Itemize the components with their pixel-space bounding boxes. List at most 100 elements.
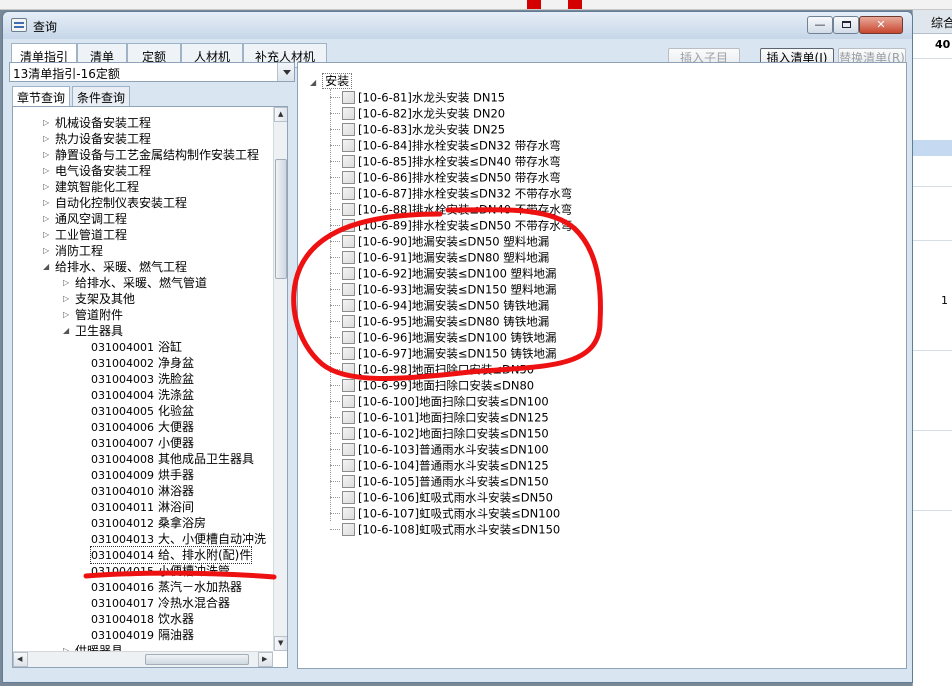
quota-list-item[interactable]: [10-6-96]地漏安装≤DN100 铸铁地漏 [330, 329, 557, 345]
item-checkbox[interactable] [342, 411, 355, 424]
quota-list-item[interactable]: [10-6-98]地面扫除口安装≤DN50 [330, 361, 534, 377]
tree-leaf-item[interactable]: 031004010 淋浴器 [91, 483, 194, 499]
quota-list-item[interactable]: [10-6-84]排水栓安装≤DN32 带存水弯 [330, 137, 561, 153]
scroll-left-button[interactable]: ◀ [13, 652, 28, 667]
quota-list-item[interactable]: [10-6-104]普通雨水斗安装≤DN125 [330, 457, 549, 473]
item-checkbox[interactable] [342, 315, 355, 328]
tree-leaf-item[interactable]: 031004008 其他成品卫生器具 [91, 451, 254, 467]
quota-list-item[interactable]: [10-6-83]水龙头安装 DN25 [330, 121, 505, 137]
expanded-triangle-icon[interactable]: ◢ [43, 259, 49, 275]
quota-list-item[interactable]: [10-6-82]水龙头安装 DN20 [330, 105, 505, 121]
tree-leaf-item[interactable]: 031004005 化验盆 [91, 403, 194, 419]
quota-list-item[interactable]: [10-6-97]地漏安装≤DN150 铸铁地漏 [330, 345, 557, 361]
tree-leaf-item[interactable]: 031004007 小便器 [91, 435, 194, 451]
tab-chapter-query[interactable]: 章节查询 [12, 86, 70, 107]
quota-list-item[interactable]: [10-6-89]排水栓安装≤DN50 不带存水弯 [330, 217, 572, 233]
quota-list-item[interactable]: [10-6-81]水龙头安装 DN15 [330, 89, 505, 105]
collapsed-triangle-icon[interactable]: ▷ [43, 163, 49, 179]
tree-category[interactable]: ▷ 管道附件 [63, 307, 123, 323]
item-checkbox[interactable] [342, 171, 355, 184]
quota-list-item[interactable]: [10-6-91]地漏安装≤DN80 塑料地漏 [330, 249, 549, 265]
quota-list-item[interactable]: [10-6-102]地面扫除口安装≤DN150 [330, 425, 549, 441]
quota-list-item[interactable]: [10-6-103]普通雨水斗安装≤DN100 [330, 441, 549, 457]
quota-list-item[interactable]: [10-6-86]排水栓安装≤DN50 带存水弯 [330, 169, 561, 185]
tree-horizontal-scrollbar[interactable]: ◀ ▶ [13, 651, 273, 667]
tree-leaf-item[interactable]: 031004014 给、排水附(配)件 [89, 546, 253, 564]
item-checkbox[interactable] [342, 395, 355, 408]
quota-list-item[interactable]: [10-6-90]地漏安装≤DN50 塑料地漏 [330, 233, 549, 249]
tree-category[interactable]: ▷ 消防工程 [43, 243, 103, 259]
tree-leaf-item[interactable]: 031004001 浴缸 [91, 339, 182, 355]
tree-leaf-item[interactable]: 031004018 饮水器 [91, 611, 194, 627]
expanded-triangle-icon[interactable]: ◢ [63, 323, 69, 339]
tree-category[interactable]: ◢ 卫生器具 [63, 323, 123, 339]
item-checkbox[interactable] [342, 219, 355, 232]
tree-leaf-item[interactable]: 031004002 净身盆 [91, 355, 194, 371]
tree-category[interactable]: ◢ 给排水、采暖、燃气工程 [43, 259, 187, 275]
tree-leaf-item[interactable]: 031004003 洗脸盆 [91, 371, 194, 387]
item-checkbox[interactable] [342, 251, 355, 264]
quota-list-item[interactable]: [10-6-99]地面扫除口安装≤DN80 [330, 377, 534, 393]
dictionary-select[interactable]: 13清单指引-16定额 [9, 62, 295, 82]
item-checkbox[interactable] [342, 427, 355, 440]
maximize-button[interactable] [833, 16, 859, 34]
item-checkbox[interactable] [342, 235, 355, 248]
item-checkbox[interactable] [342, 491, 355, 504]
item-checkbox[interactable] [342, 203, 355, 216]
quota-list-item[interactable]: [10-6-94]地漏安装≤DN50 铸铁地漏 [330, 297, 549, 313]
tree-category[interactable]: ▷ 供暖器具 [63, 643, 123, 651]
tree-category[interactable]: ▷ 静置设备与工艺金属结构制作安装工程 [43, 147, 259, 163]
tree-category[interactable]: ▷ 通风空调工程 [43, 211, 127, 227]
tree-leaf-item[interactable]: 031004012 桑拿浴房 [91, 515, 206, 531]
item-checkbox[interactable] [342, 123, 355, 136]
quota-list-item[interactable]: [10-6-108]虹吸式雨水斗安装≤DN150 [330, 521, 560, 537]
item-checkbox[interactable] [342, 443, 355, 456]
minimize-button[interactable]: — [807, 16, 833, 34]
item-checkbox[interactable] [342, 331, 355, 344]
tree-leaf-item[interactable]: 031004013 大、小便槽自动冲洗 [91, 531, 266, 547]
collapsed-triangle-icon[interactable]: ▷ [43, 211, 49, 227]
tree-leaf-item[interactable]: 031004015 小便槽冲洗管 [91, 563, 230, 579]
collapsed-triangle-icon[interactable]: ▷ [43, 147, 49, 163]
item-checkbox[interactable] [342, 475, 355, 488]
item-checkbox[interactable] [342, 507, 355, 520]
item-checkbox[interactable] [342, 299, 355, 312]
item-checkbox[interactable] [342, 459, 355, 472]
tree-category[interactable]: ▷ 工业管道工程 [43, 227, 127, 243]
scroll-down-button[interactable]: ▼ [274, 636, 287, 651]
collapsed-triangle-icon[interactable]: ▷ [63, 307, 69, 323]
title-bar[interactable]: 查询 — ✕ [3, 12, 912, 39]
tree-leaf-item[interactable]: 031004011 淋浴间 [91, 499, 194, 515]
tree-leaf-item[interactable]: 031004017 冷热水混合器 [91, 595, 230, 611]
scroll-thumb[interactable] [275, 159, 287, 279]
collapsed-triangle-icon[interactable]: ▷ [43, 115, 49, 131]
tree-leaf-item[interactable]: 031004004 洗涤盆 [91, 387, 194, 403]
tree-leaf-item[interactable]: 031004019 隔油器 [91, 627, 194, 643]
item-checkbox[interactable] [342, 91, 355, 104]
item-checkbox[interactable] [342, 155, 355, 168]
quota-list-item[interactable]: [10-6-105]普通雨水斗安装≤DN150 [330, 473, 549, 489]
collapsed-triangle-icon[interactable]: ▷ [63, 275, 69, 291]
tree-category[interactable]: ▷ 给排水、采暖、燃气管道 [63, 275, 207, 291]
scroll-up-button[interactable]: ▲ [274, 107, 287, 122]
scroll-right-button[interactable]: ▶ [258, 652, 273, 667]
quota-list-item[interactable]: [10-6-95]地漏安装≤DN80 铸铁地漏 [330, 313, 549, 329]
quota-list-item[interactable]: [10-6-101]地面扫除口安装≤DN125 [330, 409, 549, 425]
quota-list-item[interactable]: [10-6-93]地漏安装≤DN150 塑料地漏 [330, 281, 557, 297]
item-checkbox[interactable] [342, 347, 355, 360]
collapsed-triangle-icon[interactable]: ▷ [43, 195, 49, 211]
tree-vertical-scrollbar[interactable]: ▲ ▼ [273, 107, 287, 651]
collapsed-triangle-icon[interactable]: ▷ [43, 243, 49, 259]
quota-list-item[interactable]: [10-6-85]排水栓安装≤DN40 带存水弯 [330, 153, 561, 169]
item-checkbox[interactable] [342, 523, 355, 536]
tab-condition-query[interactable]: 条件查询 [72, 86, 130, 106]
quota-list-item[interactable]: [10-6-88]排水栓安装≤DN40 不带存水弯 [330, 201, 572, 217]
collapsed-triangle-icon[interactable]: ▷ [43, 227, 49, 243]
tree-category[interactable]: ▷ 电气设备安装工程 [43, 163, 151, 179]
item-checkbox[interactable] [342, 283, 355, 296]
tree-category[interactable]: ▷ 建筑智能化工程 [43, 179, 139, 195]
item-checkbox[interactable] [342, 139, 355, 152]
quota-list-item[interactable]: [10-6-107]虹吸式雨水斗安装≤DN100 [330, 505, 560, 521]
collapsed-triangle-icon[interactable]: ▷ [43, 179, 49, 195]
quota-list-item[interactable]: [10-6-100]地面扫除口安装≤DN100 [330, 393, 549, 409]
